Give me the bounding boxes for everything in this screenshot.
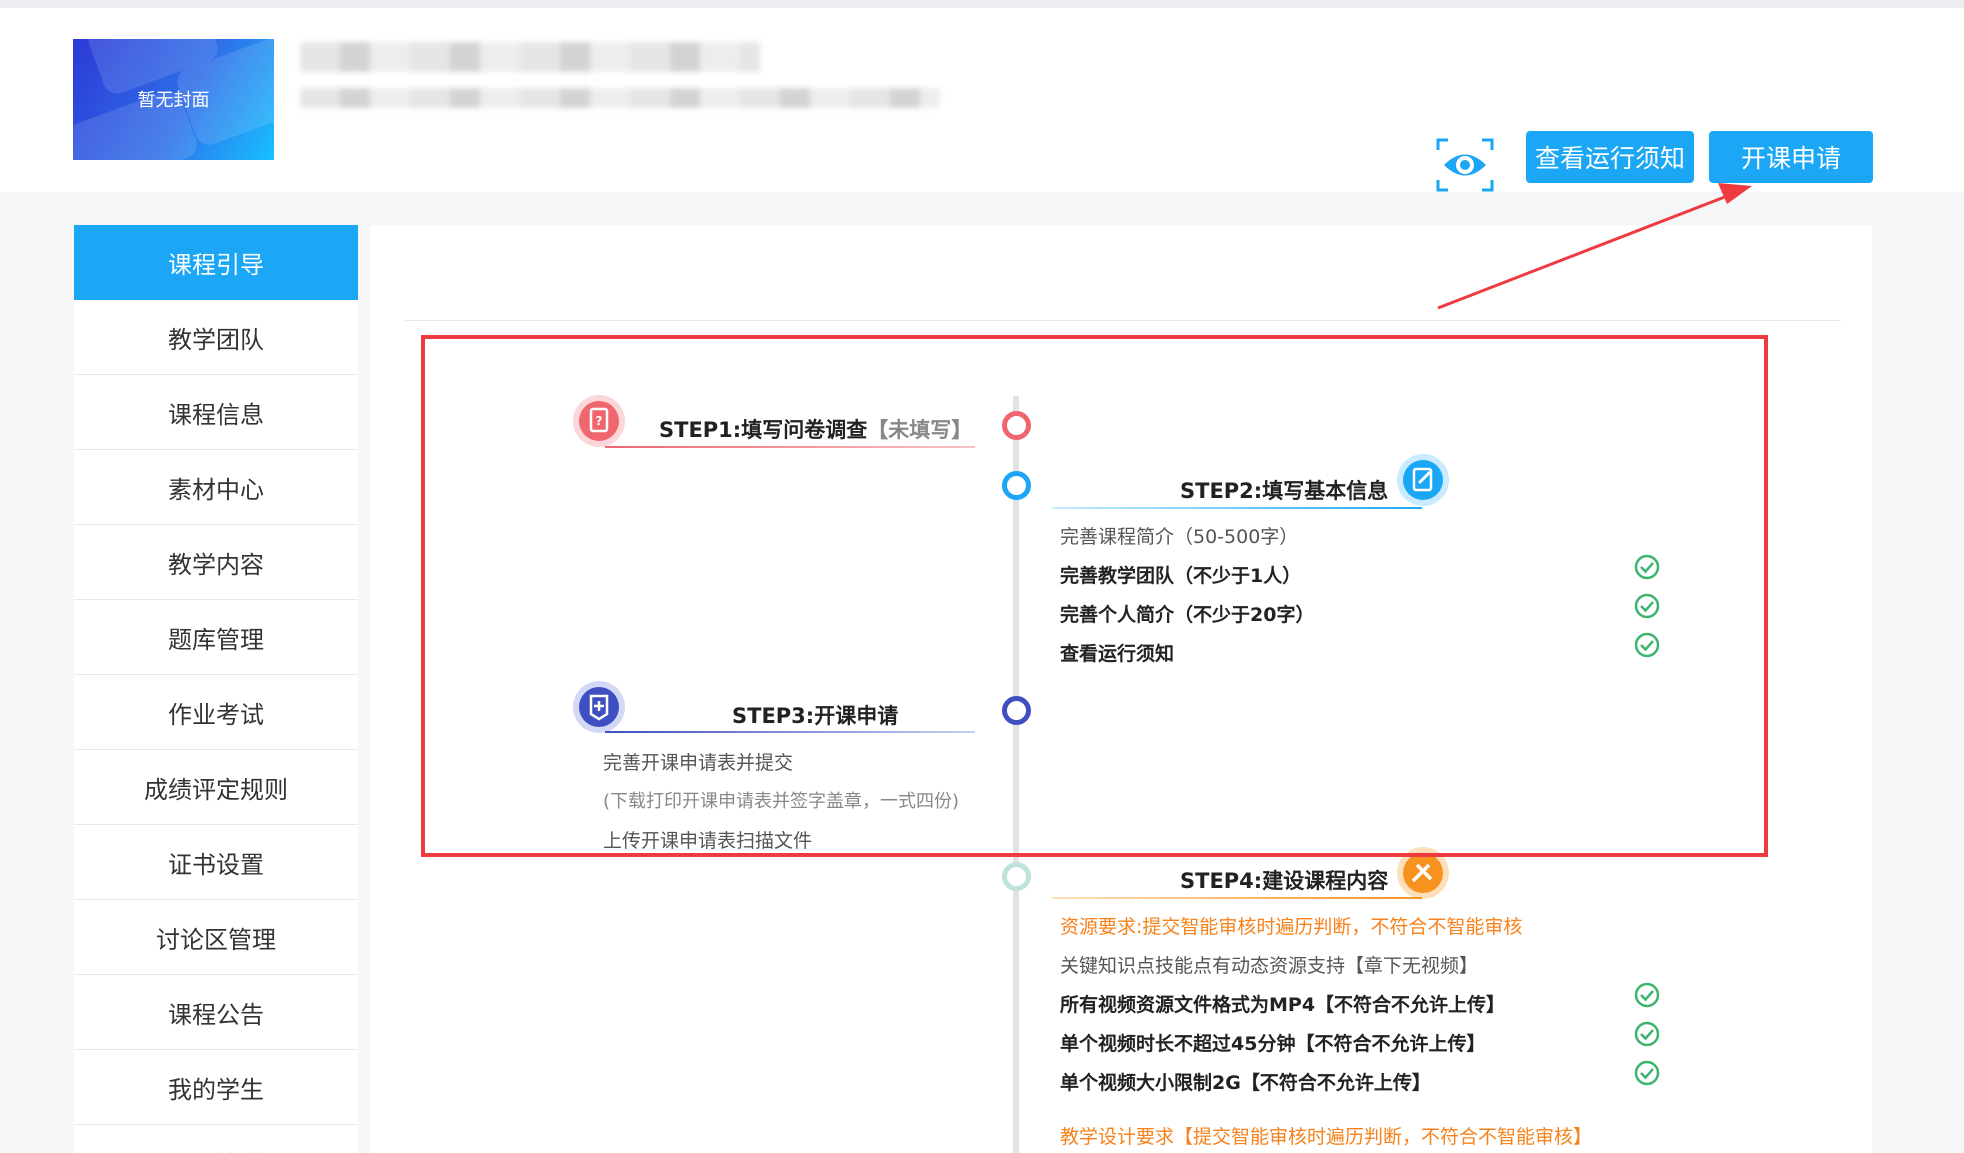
step4-dot [1002,862,1031,891]
sidebar-item-forum[interactable]: 讨论区管理 [74,900,358,975]
course-cover: 暂无封面 [73,39,274,160]
step4-resource-requirement: 资源要求:提交智能审核时遍历判断，不符合不智能审核 [1060,916,1523,938]
cover-placeholder-text: 暂无封面 [137,90,210,111]
course-title-redacted [300,42,760,72]
step4-title: STEP4:建设课程内容 [1180,869,1389,893]
course-meta-redacted [300,88,940,108]
sidebar-item-certificate[interactable]: 证书设置 [74,825,358,900]
sidebar-item-content[interactable]: 教学内容 [74,525,358,600]
sidebar-item-course-info[interactable]: 课程信息 [74,375,358,450]
sidebar-item-announcements[interactable]: 课程公告 [74,975,358,1050]
step4-item-duration: 单个视频时长不超过45分钟【不符合不允许上传】 [1060,1033,1486,1055]
highlight-box [421,335,1768,857]
sidebar: 课程引导 教学团队 课程信息 素材中心 教学内容 题库管理 作业考试 成绩评定规… [74,225,358,1153]
step4-item-size: 单个视频大小限制2G【不符合不允许上传】 [1060,1072,1431,1094]
check-icon [1634,1060,1660,1086]
step4-item-knowledge: 关键知识点技能点有动态资源支持【章下无视频】 [1060,955,1479,977]
sidebar-item-materials[interactable]: 素材中心 [74,450,358,525]
sidebar-item-students[interactable]: 我的学生 [74,1050,358,1125]
apply-course-button[interactable]: 开课申请 [1709,131,1873,183]
top-strip [0,0,1964,8]
course-header: 暂无封面 查看运行须知 开课申请 [0,8,1964,192]
preview-eye-button[interactable] [1436,138,1494,192]
step4-item-mp4: 所有视频资源文件格式为MP4【不符合不允许上传】 [1060,994,1506,1016]
sidebar-item-assignments[interactable]: 作业考试 [74,675,358,750]
eye-icon [1436,138,1494,192]
sidebar-item-statistics[interactable]: 课程统计 [74,1125,358,1153]
step4-design-requirement: 教学设计要求【提交智能审核时遍历判断，不符合不智能审核】 [1060,1126,1593,1148]
view-notice-button[interactable]: 查看运行须知 [1526,131,1694,183]
sidebar-item-grading[interactable]: 成绩评定规则 [74,750,358,825]
sidebar-item-question-bank[interactable]: 题库管理 [74,600,358,675]
panel-divider [405,320,1841,321]
check-icon [1634,982,1660,1008]
step4-underline [1052,897,1422,899]
sidebar-item-guide[interactable]: 课程引导 [74,225,358,300]
check-icon [1634,1021,1660,1047]
sidebar-item-team[interactable]: 教学团队 [74,300,358,375]
